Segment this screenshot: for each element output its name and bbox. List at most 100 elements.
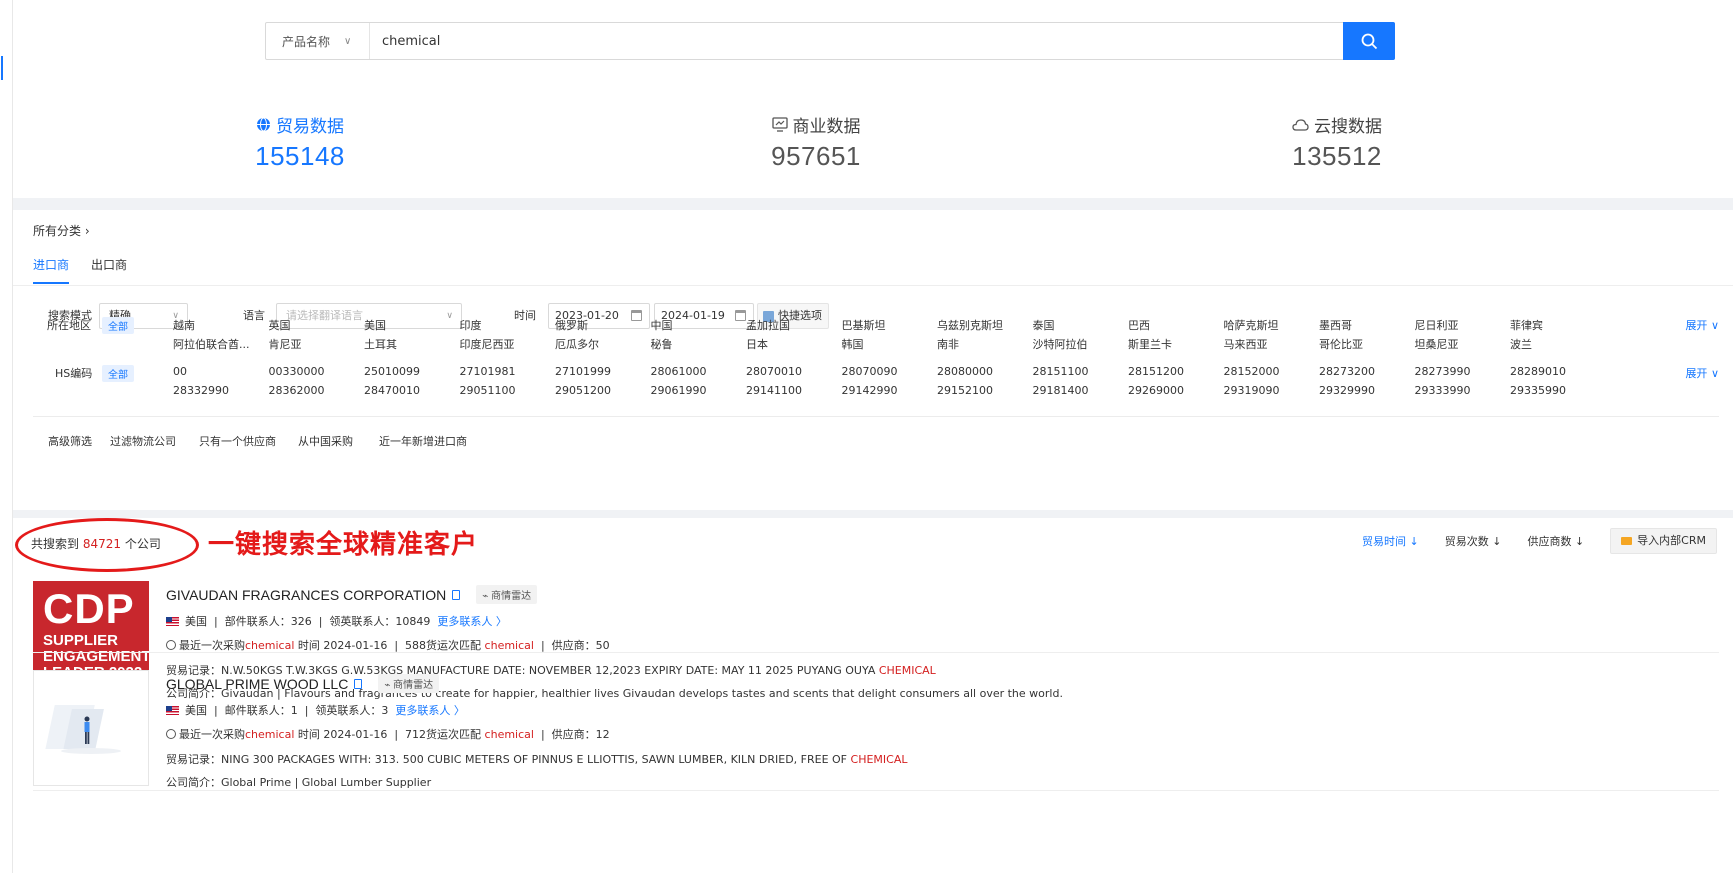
region-option[interactable]: 厄瓜多尔 (555, 336, 599, 352)
sort-supplier-count[interactable]: 供应商数 ↓ (1527, 533, 1584, 549)
region-option[interactable]: 坦桑尼亚 (1415, 336, 1459, 352)
hs-code-option[interactable]: 28070090 (842, 365, 898, 378)
region-option[interactable]: 斯里兰卡 (1128, 336, 1172, 352)
region-option[interactable]: 阿拉伯联合酋... (173, 336, 250, 352)
language-placeholder: 请选择翻译语言 (286, 309, 363, 322)
hs-code-option[interactable]: 29335990 (1510, 384, 1566, 397)
company-name[interactable]: GIVAUDAN FRAGRANCES CORPORATION (166, 587, 446, 603)
tab-importers[interactable]: 进口商 (33, 256, 70, 284)
hs-code-option[interactable]: 29141100 (746, 384, 802, 397)
adv-option[interactable]: 近一年新增进口商 (379, 433, 467, 449)
region-option[interactable]: 沙特阿拉伯 (1033, 336, 1088, 352)
hs-code-option[interactable]: 29152100 (937, 384, 993, 397)
region-option[interactable]: 尼日利亚 (1415, 317, 1459, 333)
region-option[interactable]: 俄罗斯 (555, 317, 588, 333)
region-option[interactable]: 印度 (460, 317, 482, 333)
more-contacts-link[interactable]: 更多联系人 〉 (395, 704, 465, 717)
hs-code-option[interactable]: 28273990 (1415, 365, 1471, 378)
hs-code-option[interactable]: 28061000 (651, 365, 707, 378)
hs-code-option[interactable]: 28362000 (269, 384, 325, 397)
hs-code-option[interactable]: 28080000 (937, 365, 993, 378)
hs-code-option[interactable]: 27101981 (460, 365, 516, 378)
region-option[interactable]: 波兰 (1510, 336, 1532, 352)
region-option[interactable]: 墨西哥 (1319, 317, 1352, 333)
stat-business-data[interactable]: 商业数据 957651 (686, 112, 946, 172)
search-button[interactable] (1343, 22, 1395, 60)
hs-code-option[interactable]: 29329990 (1319, 384, 1375, 397)
hs-code-option[interactable]: 28070010 (746, 365, 802, 378)
adv-option[interactable]: 从中国采购 (298, 433, 353, 449)
region-expand-button[interactable]: 展开 ∨ (1685, 317, 1719, 333)
sort-trade-time[interactable]: 贸易时间 ↓ (1362, 533, 1419, 549)
hs-code-option[interactable]: 28273200 (1319, 365, 1375, 378)
region-option[interactable]: 孟加拉国 (746, 317, 790, 333)
hs-code-option[interactable]: 29269000 (1128, 384, 1184, 397)
hs-code-option[interactable]: 28289010 (1510, 365, 1566, 378)
breadcrumb[interactable]: 所有分类 › (33, 222, 90, 239)
hs-code-option[interactable]: 29319090 (1224, 384, 1280, 397)
hs-expand-button[interactable]: 展开 ∨ (1685, 365, 1719, 381)
trade-prefix: 贸易记录： (166, 753, 221, 766)
stat-value: 155148 (255, 141, 345, 171)
region-option[interactable]: 泰国 (1033, 317, 1055, 333)
radar-badge[interactable]: ⌁ 商情雷达 (476, 585, 538, 604)
region-option[interactable]: 韩国 (842, 336, 864, 352)
search-input[interactable] (370, 23, 1394, 59)
stat-cloud-data[interactable]: 云搜数据 135512 (1207, 112, 1467, 172)
region-option[interactable]: 越南 (173, 317, 195, 333)
copy-icon[interactable] (452, 589, 461, 600)
company-purchase: 最近一次采购chemical 时间 2024-01-16 | 588货运次匹配 … (166, 637, 610, 653)
hs-code-option[interactable]: 29142990 (842, 384, 898, 397)
region-option[interactable]: 中国 (651, 317, 673, 333)
hs-code-option[interactable]: 25010099 (364, 365, 420, 378)
region-option[interactable]: 秘鲁 (651, 336, 673, 352)
search-type-select[interactable]: 产品名称 ∨ (266, 23, 370, 59)
region-option[interactable]: 哈萨克斯坦 (1224, 317, 1279, 333)
hs-code-option[interactable]: 28470010 (364, 384, 420, 397)
region-option[interactable]: 美国 (364, 317, 386, 333)
company-name[interactable]: GLOBAL PRIME WOOD LLC (166, 676, 348, 692)
hs-code-option[interactable]: 29051200 (555, 384, 611, 397)
hs-all-tag[interactable]: 全部 (102, 365, 134, 382)
sort-trade-count[interactable]: 贸易次数 ↓ (1445, 533, 1502, 549)
region-option[interactable]: 土耳其 (364, 336, 397, 352)
hs-code-option[interactable]: 28152000 (1224, 365, 1280, 378)
hs-code-option[interactable]: 00 (173, 365, 187, 378)
hs-code-option[interactable]: 29061990 (651, 384, 707, 397)
adv-option[interactable]: 过滤物流公司 (110, 433, 176, 449)
region-option[interactable]: 日本 (746, 336, 768, 352)
hs-code-option[interactable]: 00330000 (269, 365, 325, 378)
sort-label: 供应商数 (1527, 535, 1572, 548)
region-option[interactable]: 巴西 (1128, 317, 1150, 333)
hs-code-option[interactable]: 28332990 (173, 384, 229, 397)
copy-icon[interactable] (354, 678, 363, 689)
hs-code-option[interactable]: 29181400 (1033, 384, 1089, 397)
region-option[interactable]: 马来西亚 (1224, 336, 1268, 352)
region-option[interactable]: 英国 (269, 317, 291, 333)
region-option[interactable]: 肯尼亚 (269, 336, 302, 352)
calendar-icon (735, 310, 746, 321)
region-option[interactable]: 南非 (937, 336, 959, 352)
region-option[interactable]: 印度尼西亚 (460, 336, 515, 352)
more-contacts-link[interactable]: 更多联系人 〉 (437, 615, 507, 628)
cloud-icon (1292, 119, 1309, 131)
tab-exporters[interactable]: 出口商 (91, 256, 127, 284)
region-option[interactable]: 巴基斯坦 (842, 317, 886, 333)
search-icon (1361, 33, 1377, 49)
purchase-date: 2024-01-16 (323, 639, 388, 652)
region-all-tag[interactable]: 全部 (102, 317, 134, 334)
hs-code-option[interactable]: 29051100 (460, 384, 516, 397)
match-prefix: 712货运次匹配 (405, 728, 482, 741)
region-option[interactable]: 乌兹别克斯坦 (937, 317, 1003, 333)
hs-code-option[interactable]: 29333990 (1415, 384, 1471, 397)
region-option[interactable]: 菲律宾 (1510, 317, 1543, 333)
crm-label: 导入内部CRM (1637, 534, 1706, 547)
radar-badge[interactable]: ⌁ 商情雷达 (378, 674, 440, 693)
hs-code-option[interactable]: 28151100 (1033, 365, 1089, 378)
adv-option[interactable]: 只有一个供应商 (199, 433, 276, 449)
stat-trade-data[interactable]: 贸易数据 155148 (170, 112, 430, 172)
hs-code-option[interactable]: 28151200 (1128, 365, 1184, 378)
region-option[interactable]: 哥伦比亚 (1319, 336, 1363, 352)
import-crm-button[interactable]: 导入内部CRM (1610, 528, 1717, 554)
hs-code-option[interactable]: 27101999 (555, 365, 611, 378)
